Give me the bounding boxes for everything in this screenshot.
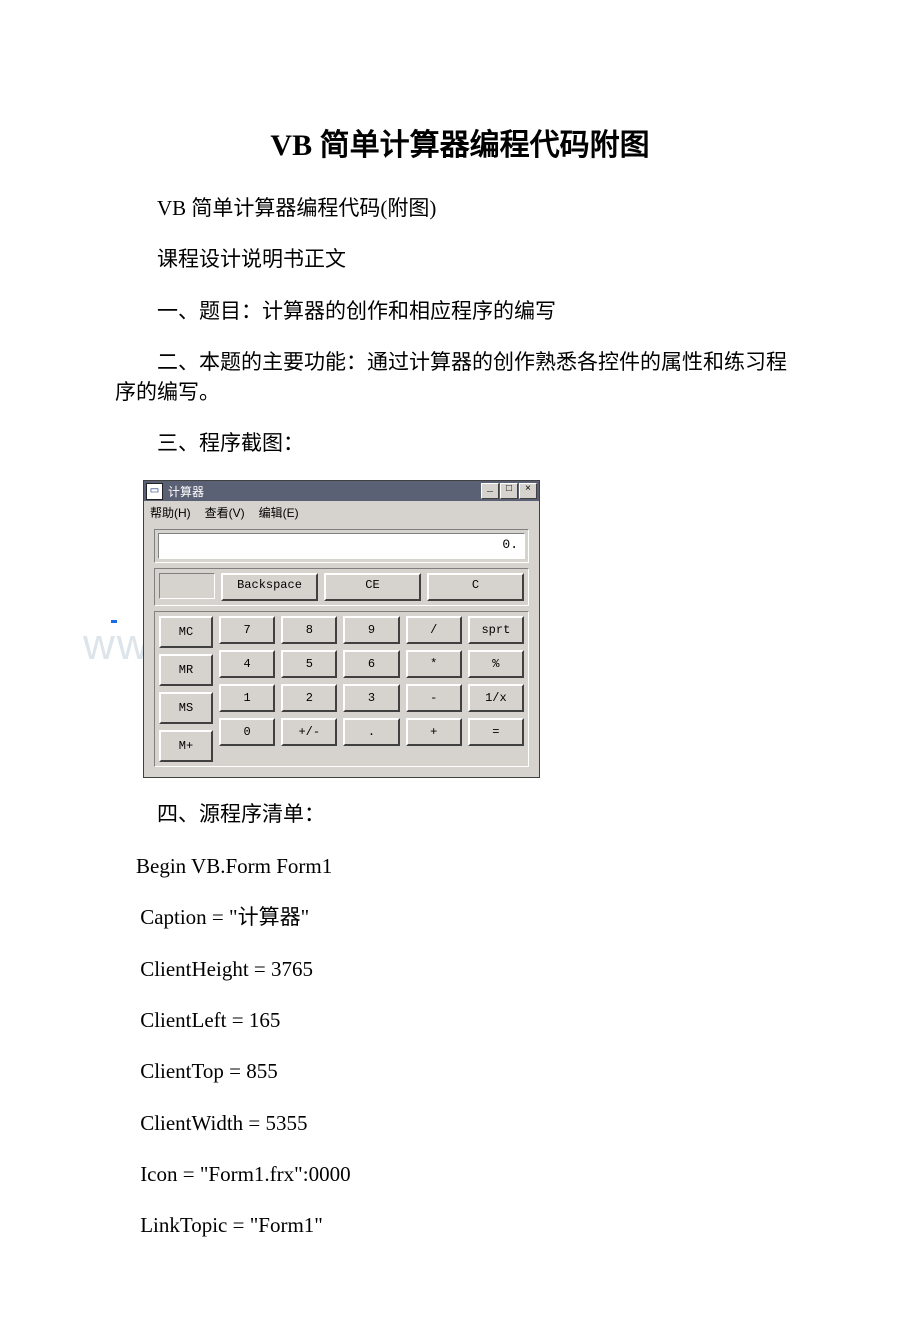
code-line-3: ClientHeight = 3765 bbox=[115, 955, 805, 984]
ms-button[interactable]: MS bbox=[159, 692, 213, 724]
code-line-7: Icon = "Form1.frx":0000 bbox=[115, 1160, 805, 1189]
action-row: Backspace CE C bbox=[154, 568, 529, 606]
code-line-2: Caption = "计算器" bbox=[115, 903, 805, 932]
num-6-button[interactable]: 6 bbox=[343, 650, 399, 678]
sqrt-button[interactable]: sprt bbox=[468, 616, 524, 644]
code-line-5: ClientTop = 855 bbox=[115, 1057, 805, 1086]
menubar: 帮助(H) 查看(V) 编辑(E) bbox=[144, 501, 539, 526]
paragraph-6: 四、源程序清单： bbox=[115, 800, 805, 829]
num-9-button[interactable]: 9 bbox=[343, 616, 399, 644]
button-grid: MC MR MS M+ 7 8 9 / sprt 4 5 6 * % 1 bbox=[154, 611, 529, 767]
backspace-button[interactable]: Backspace bbox=[221, 573, 318, 601]
paragraph-3: 一、题目：计算器的创作和相应程序的编写 bbox=[115, 297, 805, 326]
menu-view[interactable]: 查看(V) bbox=[205, 504, 245, 521]
code-line-4: ClientLeft = 165 bbox=[115, 1006, 805, 1035]
code-line-8: LinkTopic = "Form1" bbox=[115, 1211, 805, 1240]
minus-button[interactable]: - bbox=[406, 684, 462, 712]
multiply-button[interactable]: * bbox=[406, 650, 462, 678]
mc-button[interactable]: MC bbox=[159, 616, 213, 648]
sign-button[interactable]: +/- bbox=[281, 718, 337, 746]
equals-button[interactable]: = bbox=[468, 718, 524, 746]
code-line-1: Begin VB.Form Form1 bbox=[115, 852, 805, 881]
display-frame: 0. bbox=[154, 529, 529, 563]
calculator-display: 0. bbox=[158, 533, 525, 559]
page-title: VB 简单计算器编程代码附图 bbox=[115, 120, 805, 164]
num-5-button[interactable]: 5 bbox=[281, 650, 337, 678]
paragraph-1: VB 简单计算器编程代码(附图) bbox=[115, 194, 805, 223]
margin-mark bbox=[111, 620, 117, 623]
app-icon: ▭ bbox=[146, 483, 163, 500]
memory-indicator bbox=[159, 573, 215, 599]
c-button[interactable]: C bbox=[427, 573, 524, 601]
num-2-button[interactable]: 1 bbox=[219, 684, 275, 712]
calculator-screenshot: www.bdocx.com ▭ 计算器 _ □ × 帮助(H) 查看(V) 编辑… bbox=[143, 480, 541, 778]
divide-button[interactable]: / bbox=[406, 616, 462, 644]
minimize-button[interactable]: _ bbox=[481, 483, 499, 499]
decimal-button[interactable]: . bbox=[343, 718, 399, 746]
reciprocal-button[interactable]: 1/x bbox=[468, 684, 524, 712]
menu-help[interactable]: 帮助(H) bbox=[150, 504, 191, 521]
maximize-button[interactable]: □ bbox=[500, 483, 518, 499]
num-8-button[interactable]: 8 bbox=[281, 616, 337, 644]
paragraph-5: 三、程序截图： bbox=[115, 429, 805, 458]
ce-button[interactable]: CE bbox=[324, 573, 421, 601]
window-title: 计算器 bbox=[168, 483, 481, 500]
num-4-button[interactable]: 4 bbox=[219, 650, 275, 678]
mplus-button[interactable]: M+ bbox=[159, 730, 213, 762]
mr-button[interactable]: MR bbox=[159, 654, 213, 686]
percent-button[interactable]: % bbox=[468, 650, 524, 678]
num-7-button[interactable]: 7 bbox=[219, 616, 275, 644]
window-titlebar: ▭ 计算器 _ □ × bbox=[144, 481, 539, 501]
close-button[interactable]: × bbox=[519, 483, 537, 499]
paragraph-2: 课程设计说明书正文 bbox=[115, 245, 805, 274]
code-line-6: ClientWidth = 5355 bbox=[115, 1109, 805, 1138]
plus-button[interactable]: + bbox=[406, 718, 462, 746]
num-1-button[interactable]: 2 bbox=[281, 684, 337, 712]
paragraph-4: 二、本题的主要功能：通过计算器的创作熟悉各控件的属性和练习程序的编写。 bbox=[115, 348, 805, 407]
num-0-button[interactable]: 0 bbox=[219, 718, 275, 746]
menu-edit[interactable]: 编辑(E) bbox=[259, 504, 299, 521]
num-3-button[interactable]: 3 bbox=[343, 684, 399, 712]
